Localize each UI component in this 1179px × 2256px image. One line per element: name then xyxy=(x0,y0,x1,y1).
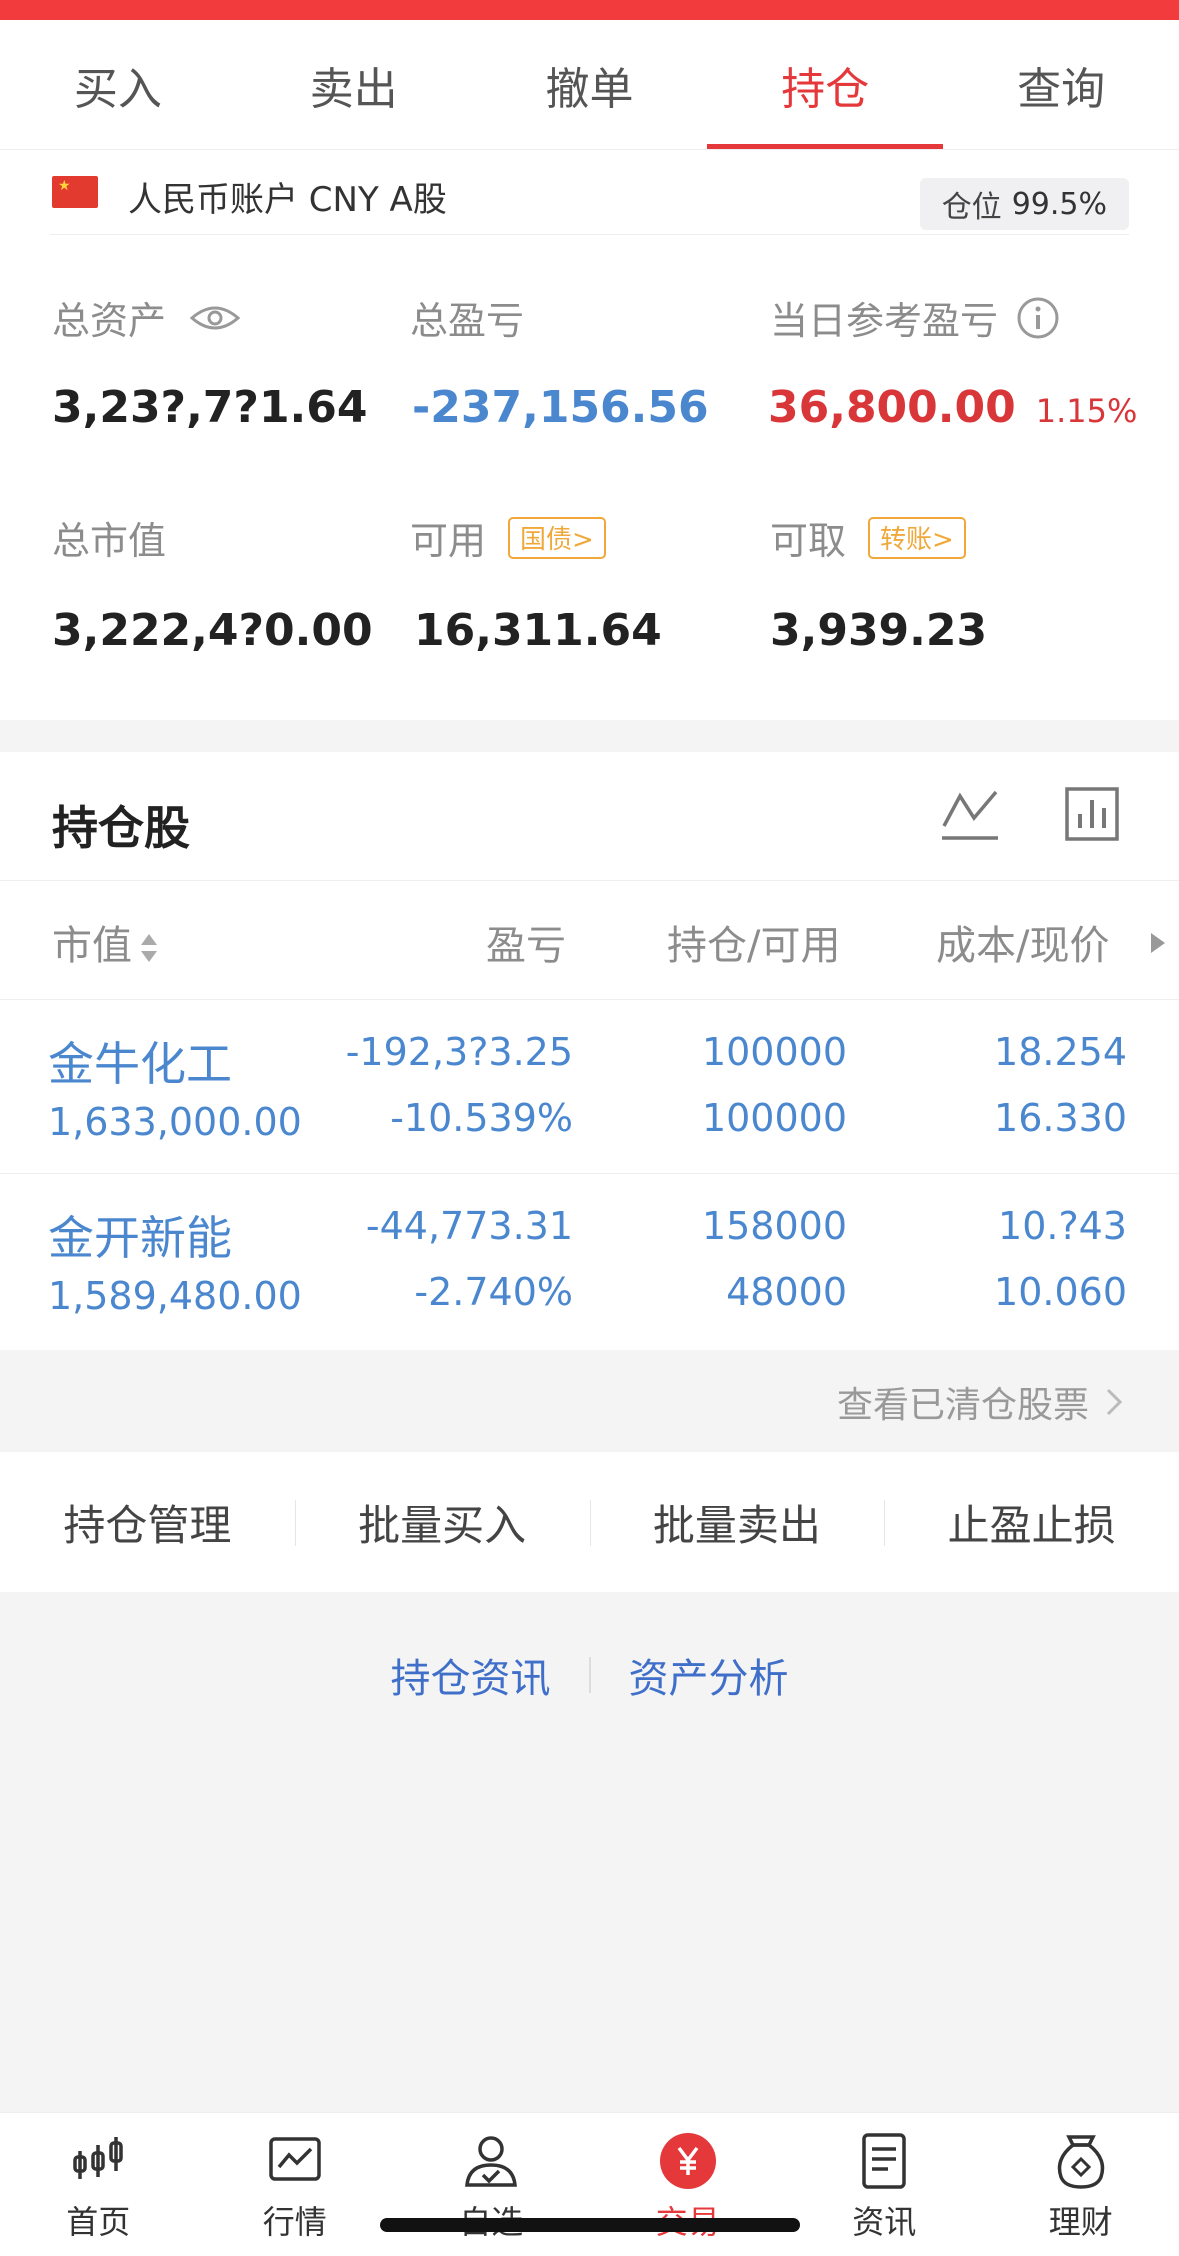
col-holding[interactable]: 持仓/可用 xyxy=(667,913,840,971)
holdings-title: 持仓股 xyxy=(52,801,190,855)
sort-icon xyxy=(141,934,157,962)
tab-query[interactable]: 查询 xyxy=(943,20,1179,149)
account-summary: ★ 人民币账户 CNY A股 仓位 99.5% 总资产 3,23?,7?1.64… xyxy=(0,150,1179,720)
stock-name: 金开新能 xyxy=(48,1211,232,1265)
stock-cost: 10.?43 xyxy=(998,1204,1127,1248)
total-assets-value: 3,23?,7?1.64 xyxy=(52,382,368,433)
batch-buy-button[interactable]: 批量买入 xyxy=(294,1492,590,1553)
position-management-button[interactable]: 持仓管理 xyxy=(0,1492,295,1553)
bar-chart-icon[interactable] xyxy=(1064,786,1120,842)
daily-pnl-value: 36,800.00 xyxy=(768,382,1016,433)
info-icon[interactable] xyxy=(1016,296,1060,340)
view-cleared-stocks-link[interactable]: 查看已清仓股票 xyxy=(837,1376,1123,1428)
stock-price: 10.060 xyxy=(994,1270,1127,1314)
nav-label: 首页 xyxy=(66,2203,131,2241)
batch-sell-button[interactable]: 批量卖出 xyxy=(589,1492,885,1553)
stock-pnl: -44,773.31 xyxy=(365,1204,573,1248)
table-row[interactable]: 金牛化工 1,633,000.00 -192,3?3.25 -10.539% 1… xyxy=(0,1000,1179,1174)
caret-right-icon[interactable] xyxy=(1151,933,1165,953)
withdrawable-text: 可取 xyxy=(770,519,847,563)
tab-cancel[interactable]: 撤单 xyxy=(472,20,708,149)
market-value-label: 总市值 xyxy=(52,519,167,563)
available-label: 可用 国债> xyxy=(410,510,606,565)
money-bag-icon xyxy=(1057,2135,1104,2189)
eye-icon[interactable] xyxy=(190,303,241,333)
col-market-value-label: 市值 xyxy=(52,923,132,969)
position-badge: 仓位 99.5% xyxy=(919,178,1129,230)
nav-news[interactable]: 资讯 xyxy=(786,2113,983,2256)
withdrawable-value: 3,939.23 xyxy=(770,605,988,656)
china-flag-icon: ★ xyxy=(52,176,98,208)
stock-available: 100000 xyxy=(701,1096,847,1140)
daily-pnl-label: 当日参考盈亏 xyxy=(770,290,1060,345)
stock-market-value: 1,589,480.00 xyxy=(48,1274,302,1318)
stock-holding: 158000 xyxy=(701,1204,847,1248)
document-icon xyxy=(862,2133,906,2189)
total-pnl-label: 总盈亏 xyxy=(410,299,525,343)
table-row[interactable]: 金开新能 1,589,480.00 -44,773.31 -2.740% 158… xyxy=(0,1174,1179,1348)
trade-tabs: 买入 卖出 撤单 持仓 查询 xyxy=(0,20,1179,150)
account-row[interactable]: ★ 人民币账户 CNY A股 仓位 99.5% xyxy=(50,150,1129,235)
available-text: 可用 xyxy=(410,519,487,563)
col-market-value[interactable]: 市值 xyxy=(52,913,160,971)
total-assets-text: 总资产 xyxy=(52,299,167,343)
stock-pnl: -192,3?3.25 xyxy=(345,1030,573,1074)
holdings-header: 市值 盈亏 持仓/可用 成本/现价 xyxy=(0,880,1179,1000)
stock-price: 16.330 xyxy=(994,1096,1127,1140)
chart-window-icon xyxy=(269,2137,321,2181)
person-check-icon xyxy=(465,2136,518,2187)
holding-news-link[interactable]: 持仓资讯 xyxy=(353,1646,589,1704)
nav-label: 理财 xyxy=(1048,2203,1113,2241)
home-indicator[interactable] xyxy=(380,2218,800,2232)
chevron-right-icon xyxy=(1106,1388,1123,1416)
holdings-section: 持仓股 市值 盈亏 持仓/可用 成本/现价 金牛化工 1,633,000.00 … xyxy=(0,752,1179,1350)
bottom-links: 持仓资讯 资产分析 xyxy=(0,1640,1179,1710)
col-pnl[interactable]: 盈亏 xyxy=(486,913,566,971)
nav-home[interactable]: 首页 xyxy=(0,2113,197,2256)
stock-cost: 18.254 xyxy=(994,1030,1127,1074)
stock-pnl-pct: -2.740% xyxy=(414,1270,573,1314)
daily-pnl-value-row: 36,800.00 1.15% xyxy=(768,382,1137,433)
yuan-circle-icon xyxy=(659,2133,716,2189)
position-value: 99.5% xyxy=(1011,186,1107,222)
stock-available: 48000 xyxy=(726,1270,847,1314)
market-value-value: 3,222,4?0.00 xyxy=(52,605,373,656)
transfer-button[interactable]: 转账> xyxy=(868,516,966,559)
daily-pnl-pct: 1.15% xyxy=(1035,392,1138,430)
tab-sell[interactable]: 卖出 xyxy=(236,20,472,149)
cleared-stocks-bar: 查看已清仓股票 xyxy=(0,1350,1179,1452)
col-cost-price[interactable]: 成本/现价 xyxy=(936,913,1109,971)
status-bar xyxy=(0,0,1179,20)
withdrawable-label: 可取 转账> xyxy=(770,510,966,565)
holdings-actions: 持仓管理 批量买入 批量卖出 止盈止损 xyxy=(0,1452,1179,1592)
nav-trade[interactable]: 交易 xyxy=(590,2113,787,2256)
stock-pnl-pct: -10.539% xyxy=(390,1096,573,1140)
daily-pnl-text: 当日参考盈亏 xyxy=(770,299,999,343)
tab-positions[interactable]: 持仓 xyxy=(707,20,943,149)
tab-buy[interactable]: 买入 xyxy=(0,20,236,149)
stock-market-value: 1,633,000.00 xyxy=(48,1100,302,1144)
stock-name: 金牛化工 xyxy=(48,1037,232,1091)
nav-market[interactable]: 行情 xyxy=(197,2113,394,2256)
stock-holding: 100000 xyxy=(701,1030,847,1074)
bottom-nav: 首页 行情 自选 交易 xyxy=(0,2112,1179,2256)
nav-label: 行情 xyxy=(262,2203,327,2241)
position-label: 仓位 xyxy=(941,190,1002,225)
cleared-link-label: 查看已清仓股票 xyxy=(836,1385,1089,1426)
total-pnl-value: -237,156.56 xyxy=(412,382,709,433)
total-assets-label: 总资产 xyxy=(52,290,241,345)
account-name: 人民币账户 CNY A股 xyxy=(128,180,447,220)
asset-analysis-link[interactable]: 资产分析 xyxy=(591,1646,827,1704)
nav-wealth[interactable]: 理财 xyxy=(983,2113,1179,2256)
nav-label: 资讯 xyxy=(852,2203,917,2241)
candlestick-icon xyxy=(73,2137,123,2179)
treasury-bond-button[interactable]: 国债> xyxy=(508,516,606,559)
nav-watchlist[interactable]: 自选 xyxy=(393,2113,590,2256)
available-value: 16,311.64 xyxy=(414,605,662,656)
line-chart-icon[interactable] xyxy=(940,786,1000,842)
take-profit-stop-loss-button[interactable]: 止盈止损 xyxy=(884,1492,1179,1553)
